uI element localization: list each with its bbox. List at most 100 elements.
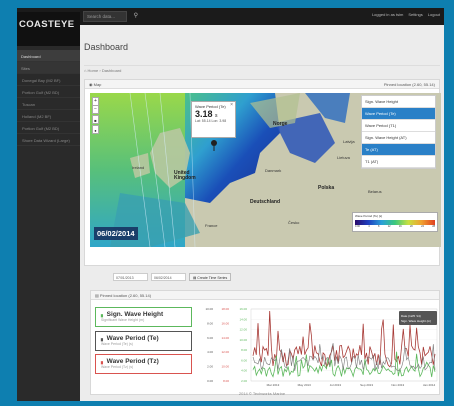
y-tick-label: 8.00 <box>223 379 229 383</box>
metric-title-text: Wave Period (Te) <box>106 335 159 342</box>
legend-tick: 28 <box>432 225 435 228</box>
metric-card-wave-period-tz[interactable]: ▖ Wave Period (Tz) Wave Period (Tz) (s) <box>95 354 192 374</box>
x-tick-label: Jul 2013 <box>330 383 342 387</box>
y-tick-label: 4.00 <box>207 350 213 354</box>
settings-link[interactable]: Settings <box>408 12 422 17</box>
breadcrumb-separator: › <box>99 68 101 73</box>
legend-tick: 16 <box>398 225 402 228</box>
map-label: Belarus <box>368 189 382 194</box>
map-label: France <box>205 223 218 228</box>
time-series-chart[interactable]: 10.00 8.00 6.00 4.00 2.00 0.00 18.00 16.00 14.0… <box>199 301 439 393</box>
layer-option[interactable]: Sign. Wave Height <box>362 96 435 108</box>
page-title: Dashboard <box>84 42 129 52</box>
breadcrumb-current: Dashboard <box>101 68 122 73</box>
app-window: Search data... ⚲ Logged in as tsim Setti… <box>17 8 444 401</box>
metric-subtitle: Wave Period (Te) (s) <box>101 342 133 346</box>
popup-value-row: 3.18 s <box>195 109 232 119</box>
y-tick-label: 6.00 <box>241 358 247 362</box>
layer-option-selected[interactable]: Te (AT) <box>362 144 435 156</box>
chart-icon: ▤ <box>193 276 197 280</box>
map-panel-title: Map <box>93 82 102 87</box>
breadcrumb-home[interactable]: Home <box>88 68 99 73</box>
layer-option[interactable]: T1 (AT) <box>362 156 435 168</box>
sidebar-item-label: Portion Gulf (M2 BD) <box>22 126 60 131</box>
y-tick-label: 2.00 <box>241 379 247 383</box>
metric-title: ▖ Sign. Wave Height <box>101 311 186 318</box>
map-label: Lietuva <box>337 155 350 160</box>
tooltip-line-2: Sign. Wave Height (m) <box>401 319 431 323</box>
y-tick-label: 16.00 <box>221 321 229 325</box>
sidebar-item-label: Portion Gulf (M2 BD) <box>22 90 60 95</box>
layer-option[interactable]: Wave Period (T1) <box>362 120 435 132</box>
y-tick-label: 10.00 <box>221 365 229 369</box>
map-legend: Wave Period (Te) [s] 0.00 4 8 12 16 20 2… <box>352 212 438 232</box>
footer: 2014 © Techworks Marine <box>238 391 286 396</box>
time-series-panel: ▤ Pinned location (2.60, 55.14) ▖ Sign. … <box>90 290 440 395</box>
pinned-location-label: Pinned location (2.60, 55.14) <box>383 82 435 87</box>
date-from-field[interactable]: 07/01/2013 <box>113 273 148 281</box>
metric-title-text: Wave Period (Tz) <box>106 358 159 365</box>
map-panel-header: ◉ Map Pinned location (2.60, 55.14) <box>85 80 439 89</box>
map-label: Norge <box>273 121 288 127</box>
tooltip-line-1: Date (12/6 '14) <box>401 314 421 318</box>
legend-title: Wave Period (Te) [s] <box>355 214 383 218</box>
chart-tooltip: Date (12/6 '14) Sign. Wave Height (m) <box>399 311 437 325</box>
sidebar-item-site[interactable]: Donegal Bay (M2 BF) <box>17 74 80 86</box>
logo[interactable]: COASTEYE <box>17 12 80 46</box>
legend-tick: 24 <box>421 225 424 228</box>
y-tick-label: 2.00 <box>207 365 213 369</box>
y-tick-label: 18.00 <box>221 307 229 311</box>
y-tick-label: 0.00 <box>207 379 213 383</box>
draw-marker-icon[interactable]: ■ <box>92 115 99 124</box>
top-bar: Search data... ⚲ Logged in as tsim Setti… <box>17 8 444 25</box>
metric-subtitle: Significant Wave Height (m) <box>101 318 145 322</box>
sidebar-item-sites[interactable]: Sites <box>17 62 80 74</box>
metric-title-text: Sign. Wave Height <box>106 311 164 318</box>
y-tick-label: 14.00 <box>239 317 247 321</box>
map-label: Deutschland <box>250 199 281 205</box>
legend-tick: 20 <box>409 225 413 228</box>
sidebar-item-site[interactable]: Portion Gulf (M2 BD) <box>17 86 80 98</box>
search-input[interactable]: Search data... ⚲ <box>83 11 138 22</box>
sidebar-item-site[interactable]: Holland (M2 BF) <box>17 110 80 122</box>
create-time-series-button[interactable]: ▤ Create Time Series <box>189 273 232 281</box>
close-icon[interactable]: × <box>230 102 233 108</box>
search-icon[interactable]: ⚲ <box>134 12 138 19</box>
date-to-field[interactable]: 06/02/2014 <box>151 273 186 281</box>
y-tick-label: 4.00 <box>241 369 247 373</box>
sidebar-item-site[interactable]: Shore Data Wizard (Large) <box>17 134 80 146</box>
map-date-badge: 06/02/2014 <box>94 227 138 240</box>
legend-ticks: 0.00 4 8 12 16 20 24 28 <box>355 225 435 228</box>
y-tick-label: 12.00 <box>221 350 229 354</box>
zoom-out-button[interactable]: − <box>92 105 99 114</box>
user-menu[interactable]: Logged in as tsim <box>372 12 403 17</box>
map-label: United Kingdom <box>174 170 196 181</box>
sidebar-item-site[interactable]: Portion Gulf (M2 BD) <box>17 122 80 134</box>
map-label: Latvija <box>343 139 355 144</box>
layer-option-selected[interactable]: Wave Period (Te) <box>362 108 435 120</box>
sidebar-item-label: Donegal Bay (M2 BF) <box>22 78 61 83</box>
logout-link[interactable]: Logout <box>428 12 440 17</box>
map-pin-icon[interactable] <box>211 140 217 146</box>
sidebar-item-site[interactable]: Tuscan <box>17 98 80 110</box>
x-tick-label: Sep 2013 <box>360 383 373 387</box>
legend-tick: 12 <box>387 225 391 228</box>
sidebar-item-label: Sites <box>21 66 30 71</box>
metric-card-wave-period-te[interactable]: ▖ Wave Period (Te) Wave Period (Te) (s) <box>95 331 192 351</box>
metric-title: ▖ Wave Period (Te) <box>101 335 186 342</box>
map-label: Ireland <box>132 165 145 170</box>
sidebar-item-label: Shore Data Wizard (Large) <box>22 138 70 143</box>
map-canvas[interactable]: + − ■ ● Norge Danmark United Kingdom Ire… <box>90 93 441 247</box>
layer-option[interactable]: Sign. Wave Height (AT) <box>362 132 435 144</box>
map-panel: ◉ Map Pinned location (2.60, 55.14) + − … <box>84 79 441 266</box>
sidebar-item-dashboard[interactable]: Dashboard <box>17 50 80 62</box>
map-popup: × Wave Period (Te) 3.18 s Lat: 55.14 Lon… <box>191 101 236 138</box>
time-series-header: ▤ Pinned location (2.60, 55.14) <box>91 291 439 300</box>
locate-icon[interactable]: ● <box>92 125 99 134</box>
metric-card-sign-wave-height[interactable]: ▖ Sign. Wave Height Significant Wave Hei… <box>95 307 192 327</box>
map-label: Polska <box>318 185 335 191</box>
globe-icon: ◉ <box>89 82 93 87</box>
map-label: Česko <box>288 220 300 225</box>
x-tick-label: Nov 2013 <box>391 383 404 387</box>
home-icon[interactable]: ⌂ <box>84 68 86 73</box>
